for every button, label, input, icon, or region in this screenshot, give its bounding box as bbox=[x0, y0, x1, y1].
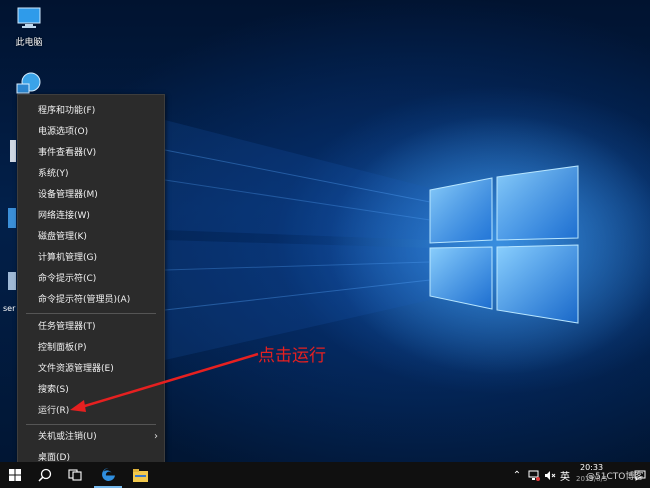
search-icon bbox=[38, 468, 52, 482]
volume-button[interactable] bbox=[542, 462, 558, 488]
menu-item-file-explorer[interactable]: 文件资源管理器(E) bbox=[18, 359, 164, 379]
edge-icon bbox=[101, 467, 115, 481]
menu-item-command-prompt-admin[interactable]: 命令提示符(管理员)(A) bbox=[18, 290, 164, 310]
menu-item-network-connections[interactable]: 网络连接(W) bbox=[18, 206, 164, 226]
menu-item-device-manager[interactable]: 设备管理器(M) bbox=[18, 185, 164, 205]
menu-item-power-options[interactable]: 电源选项(O) bbox=[18, 122, 164, 142]
menu-separator bbox=[26, 313, 156, 314]
task-view-icon bbox=[68, 469, 82, 481]
windows-start-icon bbox=[9, 469, 21, 481]
search-button[interactable] bbox=[32, 462, 58, 488]
menu-item-command-prompt[interactable]: 命令提示符(C) bbox=[18, 269, 164, 289]
winx-power-user-menu: 程序和功能(F) 电源选项(O) 事件查看器(V) 系统(Y) 设备管理器(M)… bbox=[17, 94, 165, 470]
chevron-up-icon[interactable]: ⌃ bbox=[510, 462, 524, 488]
desktop-icon-partial-label: ser bbox=[3, 304, 16, 313]
menu-item-disk-management[interactable]: 磁盘管理(K) bbox=[18, 227, 164, 247]
menu-item-event-viewer[interactable]: 事件查看器(V) bbox=[18, 143, 164, 163]
menu-item-run[interactable]: 运行(R) bbox=[18, 401, 164, 421]
annotation-text: 点击运行 bbox=[258, 346, 326, 366]
network-status-button[interactable] bbox=[526, 462, 542, 488]
menu-item-programs-features[interactable]: 程序和功能(F) bbox=[18, 101, 164, 121]
menu-item-system[interactable]: 系统(Y) bbox=[18, 164, 164, 184]
this-pc-icon bbox=[17, 7, 41, 28]
start-button[interactable] bbox=[2, 462, 28, 488]
task-view-button[interactable] bbox=[62, 462, 88, 488]
chevron-right-icon: › bbox=[154, 431, 158, 442]
notification-icon bbox=[634, 470, 646, 481]
desktop-icon-partial-3[interactable] bbox=[8, 272, 16, 290]
desktop-icon-partial-2[interactable] bbox=[8, 208, 16, 228]
action-center-button[interactable] bbox=[632, 462, 648, 488]
ime-indicator[interactable]: 英 bbox=[558, 462, 572, 488]
network-status-icon bbox=[528, 470, 540, 481]
menu-item-task-manager[interactable]: 任务管理器(T) bbox=[18, 317, 164, 337]
desktop-icon-label: 此电脑 bbox=[15, 38, 43, 48]
taskbar-file-explorer[interactable] bbox=[126, 462, 154, 488]
file-explorer-icon bbox=[132, 468, 148, 482]
menu-item-search[interactable]: 搜索(S) bbox=[18, 380, 164, 400]
menu-item-control-panel[interactable]: 控制面板(P) bbox=[18, 338, 164, 358]
volume-muted-icon bbox=[545, 470, 556, 480]
menu-item-shutdown-signout[interactable]: 关机或注销(U) › bbox=[18, 427, 164, 447]
menu-separator bbox=[26, 424, 156, 425]
taskbar-edge[interactable] bbox=[94, 462, 122, 488]
menu-item-label: 关机或注销(U) bbox=[38, 432, 97, 442]
menu-item-computer-management[interactable]: 计算机管理(G) bbox=[18, 248, 164, 268]
desktop-icon-this-pc[interactable]: 此电脑 bbox=[4, 6, 54, 48]
desktop-icon-partial-1[interactable] bbox=[10, 140, 16, 162]
taskbar: ⌃ 英 20:33 2019/8/5 @51CTO博客 bbox=[0, 462, 650, 488]
